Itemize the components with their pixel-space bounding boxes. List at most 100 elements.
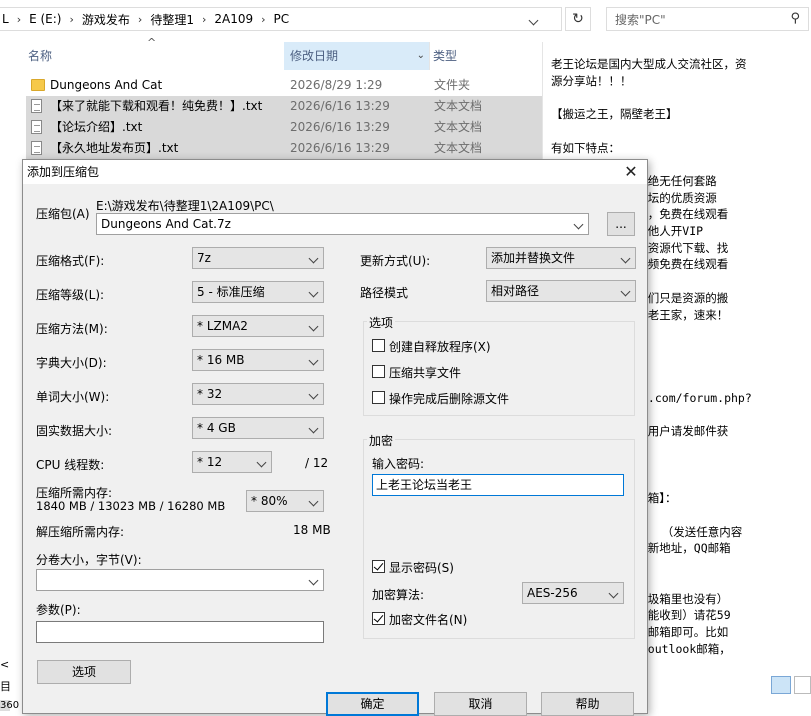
enc-method-select[interactable]: AES-256 [522, 582, 624, 604]
solid-value: * 4 GB [197, 421, 236, 435]
address-bar-area: L › E (E:) › 游戏发布 › 待整理1 › 2A109 › PC ↻ 搜索"PC… [0, 0, 811, 40]
ok-button[interactable]: 确定 [326, 692, 419, 716]
refresh-icon: ↻ [572, 11, 584, 27]
breadcrumb-item[interactable]: 游戏发布 [82, 11, 130, 28]
solid-label: 固实数据大小: [36, 424, 113, 438]
dict-value: * 16 MB [197, 353, 245, 367]
breadcrumb-separator-icon: › [69, 12, 74, 26]
memory-percent-select[interactable]: * 80% [246, 490, 324, 512]
shared-checkbox[interactable] [372, 365, 385, 378]
file-date: 2026/6/16 13:29 [290, 120, 390, 134]
memory-detail: 1840 MB / 13023 MB / 16280 MB [36, 499, 226, 513]
archive-name-combo[interactable]: Dungeons And Cat.7z [96, 213, 589, 235]
breadcrumb-separator-icon: › [16, 12, 22, 26]
threads-label: CPU 线程数: [36, 458, 105, 472]
breadcrumb[interactable]: L › E (E:) › 游戏发布 › 待整理1 › 2A109 › PC [0, 7, 562, 31]
params-input[interactable] [36, 621, 324, 643]
pathmode-value: 相对路径 [491, 284, 540, 298]
decompress-memory-label: 解压缩所需内存: [36, 525, 125, 539]
file-row[interactable]: 【来了就能下载和观看！纯免费！】.txt 2026/6/16 13:29 文本文… [26, 96, 542, 117]
method-label: 压缩方法(M): [36, 322, 108, 336]
show-password-checkbox[interactable] [372, 560, 385, 573]
breadcrumb-item[interactable]: E (E:) [29, 12, 61, 26]
status-fragment: 目 [0, 680, 11, 693]
file-name: 【永久地址发布页】.txt [50, 141, 179, 155]
file-row[interactable]: 【论坛介绍】.txt 2026/6/16 13:29 文本文档 [26, 117, 542, 138]
details-view-icon[interactable] [771, 676, 791, 694]
update-select[interactable]: 添加并替换文件 [486, 247, 636, 269]
text-file-icon [31, 141, 42, 155]
chevron-down-icon [306, 282, 320, 302]
breadcrumb-separator-icon: › [137, 12, 143, 26]
threads-select[interactable]: * 12 [192, 451, 272, 473]
format-select[interactable]: 7z [192, 247, 324, 269]
close-icon[interactable]: ✕ [621, 160, 641, 184]
pathmode-select[interactable]: 相对路径 [486, 280, 636, 302]
split-label: 分卷大小，字节(V): [36, 553, 142, 567]
chevron-down-icon[interactable] [528, 12, 545, 27]
scroll-left-icon[interactable]: < [0, 658, 10, 671]
encrypt-names-checkbox[interactable] [372, 612, 385, 625]
breadcrumb-item[interactable]: L [2, 12, 9, 26]
encrypt-names-label[interactable]: 加密文件名(N) [389, 611, 467, 628]
level-select[interactable]: 5 - 标准压缩 [192, 281, 324, 303]
text-file-icon [31, 99, 42, 113]
delete-checkbox[interactable] [372, 391, 385, 404]
method-select[interactable]: * LZMA2 [192, 315, 324, 337]
dict-select[interactable]: * 16 MB [192, 349, 324, 371]
breadcrumb-separator-icon: › [201, 12, 207, 26]
breadcrumb-separator-icon: › [261, 12, 266, 26]
preview-view-icon[interactable] [794, 676, 811, 694]
sfx-checkbox[interactable] [372, 339, 385, 352]
help-button[interactable]: 帮助 [541, 692, 634, 716]
preview-line: 有如下特点： [551, 140, 620, 155]
file-row[interactable]: Dungeons And Cat 2026/8/29 1:29 文件夹 [26, 75, 542, 96]
column-type[interactable]: 类型 [433, 42, 457, 70]
show-password-label[interactable]: 显示密码(S) [389, 559, 454, 576]
chevron-down-icon [618, 248, 632, 268]
file-row[interactable]: 【永久地址发布页】.txt 2026/6/16 13:29 文本文档 [26, 138, 542, 159]
chevron-down-icon [254, 452, 268, 472]
chevron-down-icon [306, 248, 320, 268]
file-date: 2026/6/16 13:29 [290, 141, 390, 155]
split-size-combo[interactable] [36, 569, 324, 591]
column-header: 名称 ^ 修改日期 ⌄ 类型 [0, 36, 542, 70]
options-button[interactable]: 选项 [37, 660, 131, 684]
file-type: 文本文档 [434, 141, 483, 155]
preview-line [551, 123, 811, 140]
sfx-label[interactable]: 创建自释放程序(X) [389, 338, 491, 355]
refresh-button[interactable]: ↻ [565, 7, 591, 31]
chevron-down-icon [306, 491, 320, 511]
chevron-down-icon[interactable] [306, 570, 320, 590]
word-select[interactable]: * 32 [192, 383, 324, 405]
column-date-label: 修改日期 [290, 49, 339, 63]
shared-label[interactable]: 压缩共享文件 [389, 364, 461, 381]
preview-line: 【搬运之王，隔壁老王】 [551, 107, 678, 122]
folder-icon [31, 79, 45, 91]
threads-max: / 12 [305, 456, 329, 470]
chevron-down-icon[interactable]: ⌄ [417, 42, 425, 70]
level-value: 5 - 标准压缩 [197, 285, 265, 299]
column-name[interactable]: 名称 [28, 42, 52, 70]
browse-button[interactable]: ... [607, 212, 635, 236]
breadcrumb-item[interactable]: 2A109 [214, 12, 253, 26]
cancel-button[interactable]: 取消 [434, 692, 527, 716]
breadcrumb-item[interactable]: PC [274, 12, 290, 26]
column-type-label: 类型 [433, 49, 458, 63]
preview-line [551, 89, 811, 106]
delete-label[interactable]: 操作完成后删除源文件 [389, 390, 509, 407]
text-file-icon [31, 120, 42, 134]
archive-label: 压缩包(A) [36, 207, 90, 221]
file-name: Dungeons And Cat [50, 78, 163, 92]
search-input[interactable]: 搜索"PC" ⚲ [606, 7, 809, 31]
dialog-title: 添加到压缩包 [23, 160, 647, 184]
level-label: 压缩等级(L): [36, 288, 105, 302]
word-label: 单词大小(W): [36, 390, 110, 404]
chevron-down-icon[interactable] [571, 214, 585, 234]
enc-method-value: AES-256 [527, 586, 578, 600]
solid-select[interactable]: * 4 GB [192, 417, 324, 439]
password-input[interactable]: 上老王论坛当老王 [372, 474, 624, 496]
breadcrumb-item[interactable]: 待整理1 [150, 11, 194, 28]
file-name: 【论坛介绍】.txt [50, 120, 143, 134]
column-date[interactable]: 修改日期 ⌄ [284, 42, 430, 70]
